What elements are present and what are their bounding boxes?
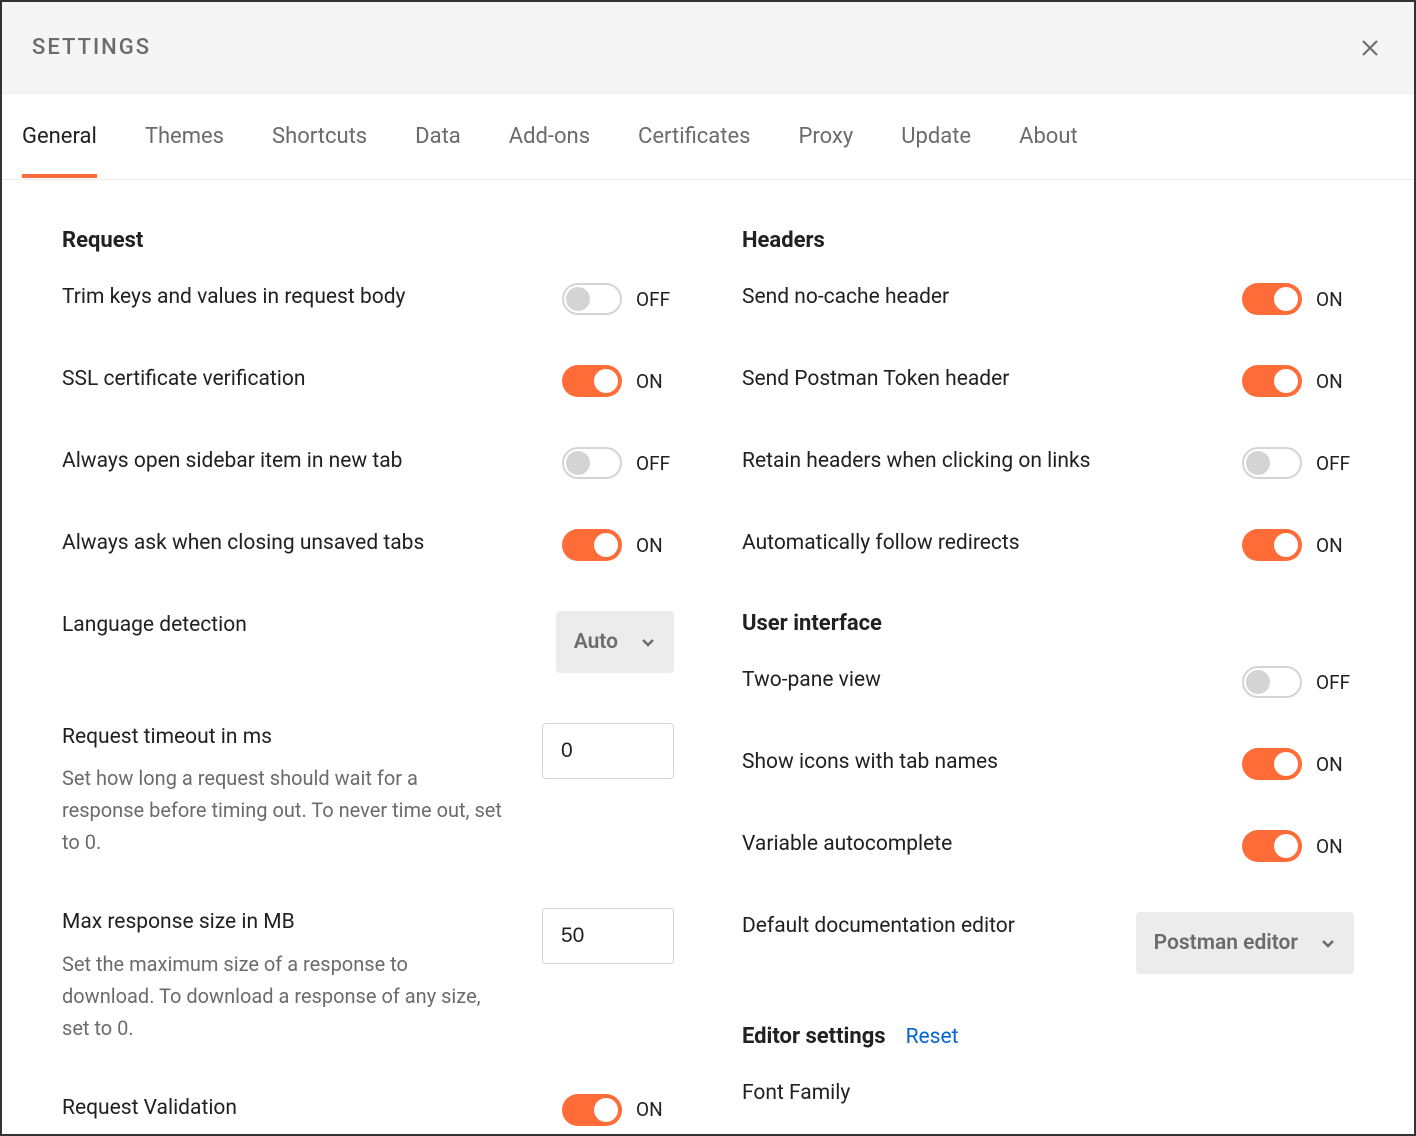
ask-unsaved-state: ON: [636, 534, 674, 557]
sidebar-newtab-state: OFF: [636, 452, 674, 475]
redirects-state: ON: [1316, 534, 1354, 557]
close-icon: [1358, 36, 1382, 60]
doc-editor-value: Postman editor: [1154, 931, 1298, 955]
autocomplete-label: Variable autocomplete: [742, 830, 952, 859]
sidebar-newtab-label: Always open sidebar item in new tab: [62, 447, 402, 476]
section-ui: User interface: [742, 611, 1354, 636]
settings-tabs: General Themes Shortcuts Data Add-ons Ce…: [2, 94, 1414, 180]
section-editor: Editor settings: [742, 1024, 886, 1049]
settings-title: SETTINGS: [32, 35, 151, 60]
ask-unsaved-toggle[interactable]: [562, 529, 622, 561]
validation-state: ON: [636, 1098, 674, 1121]
token-state: ON: [1316, 370, 1354, 393]
timeout-label: Request timeout in ms: [62, 723, 522, 752]
section-request: Request: [62, 228, 674, 253]
reset-link[interactable]: Reset: [906, 1025, 959, 1049]
tab-shortcuts[interactable]: Shortcuts: [272, 96, 367, 177]
section-headers: Headers: [742, 228, 1354, 253]
redirects-label: Automatically follow redirects: [742, 529, 1020, 558]
font-family-label: Font Family: [742, 1079, 850, 1108]
max-size-desc: Set the maximum size of a response to do…: [62, 948, 502, 1044]
retain-label: Retain headers when clicking on links: [742, 447, 1090, 476]
max-size-input[interactable]: [542, 908, 674, 964]
ssl-state: ON: [636, 370, 674, 393]
sidebar-newtab-toggle[interactable]: [562, 447, 622, 479]
trim-toggle[interactable]: [562, 283, 622, 315]
timeout-desc: Set how long a request should wait for a…: [62, 762, 502, 858]
tab-data[interactable]: Data: [415, 96, 461, 177]
token-toggle[interactable]: [1242, 365, 1302, 397]
redirects-toggle[interactable]: [1242, 529, 1302, 561]
two-pane-label: Two-pane view: [742, 666, 881, 695]
validation-toggle[interactable]: [562, 1094, 622, 1126]
trim-state: OFF: [636, 288, 674, 311]
tab-general[interactable]: General: [22, 96, 97, 177]
close-button[interactable]: [1354, 32, 1386, 64]
ssl-toggle[interactable]: [562, 365, 622, 397]
chevron-down-icon: [640, 634, 656, 650]
ssl-label: SSL certificate verification: [62, 365, 305, 394]
tab-proxy[interactable]: Proxy: [798, 96, 853, 177]
trim-label: Trim keys and values in request body: [62, 283, 406, 312]
two-pane-state: OFF: [1316, 671, 1354, 694]
autocomplete-toggle[interactable]: [1242, 830, 1302, 862]
lang-detect-label: Language detection: [62, 611, 247, 640]
validation-label: Request Validation: [62, 1094, 237, 1123]
lang-detect-select[interactable]: Auto: [556, 611, 674, 673]
no-cache-state: ON: [1316, 288, 1354, 311]
no-cache-toggle[interactable]: [1242, 283, 1302, 315]
no-cache-label: Send no-cache header: [742, 283, 949, 312]
two-pane-toggle[interactable]: [1242, 666, 1302, 698]
retain-toggle[interactable]: [1242, 447, 1302, 479]
chevron-down-icon: [1320, 935, 1336, 951]
icons-tab-toggle[interactable]: [1242, 748, 1302, 780]
tab-certificates[interactable]: Certificates: [638, 96, 750, 177]
lang-detect-value: Auto: [574, 630, 618, 654]
autocomplete-state: ON: [1316, 835, 1354, 858]
ask-unsaved-label: Always ask when closing unsaved tabs: [62, 529, 424, 558]
max-size-label: Max response size in MB: [62, 908, 522, 937]
tab-addons[interactable]: Add-ons: [509, 96, 590, 177]
timeout-input[interactable]: [542, 723, 674, 779]
icons-tab-label: Show icons with tab names: [742, 748, 998, 777]
icons-tab-state: ON: [1316, 753, 1354, 776]
retain-state: OFF: [1316, 452, 1354, 475]
doc-editor-label: Default documentation editor: [742, 912, 1015, 941]
tab-themes[interactable]: Themes: [145, 96, 224, 177]
token-label: Send Postman Token header: [742, 365, 1009, 394]
doc-editor-select[interactable]: Postman editor: [1136, 912, 1354, 974]
tab-update[interactable]: Update: [901, 96, 971, 177]
tab-about[interactable]: About: [1019, 96, 1078, 177]
